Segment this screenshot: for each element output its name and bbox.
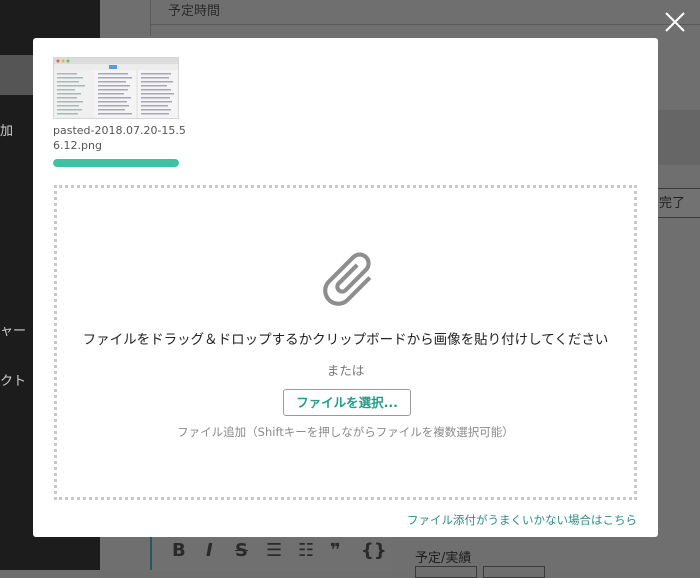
panel-block [655,110,700,165]
bullet-list-icon[interactable]: ☰ [266,540,282,561]
schedule-actual-label: 予定/実績 [415,551,472,566]
or-separator-text: または [326,363,365,378]
field-label-scheduled-time: 予定時間 [168,4,221,19]
upload-progress-bar [53,159,179,167]
paperclip-icon [323,252,372,306]
add-file-hint: ファイル追加（Shiftキーを押しながらファイルを複数選択可能） [177,425,514,439]
sidebar-item-label: 加 [0,124,14,139]
quote-icon[interactable]: ❞ [330,540,341,561]
attachment-thumbnail[interactable] [53,57,179,119]
upload-progress-fill [53,159,179,167]
tab[interactable] [415,566,477,578]
select-file-button[interactable]: ファイルを選択... [283,389,411,416]
screenshot-preview-image [54,58,178,118]
strikethrough-icon[interactable]: S [235,540,248,561]
close-icon [665,12,685,32]
file-drop-zone[interactable]: ファイルをドラッグ＆ドロップするかクリップボードから画像を貼り付けしてください … [54,185,637,500]
divider [150,24,700,25]
drop-instruction-text: ファイルをドラッグ＆ドロップするかクリップボードから画像を貼り付けしてください [82,332,609,348]
file-upload-modal: pasted-2018.07.20-15.56.12.png ファイルをドラッグ… [33,38,658,537]
code-icon[interactable]: {} [361,540,387,561]
bold-icon[interactable]: B [172,540,186,561]
attachment-help-link[interactable]: ファイル添付がうまくいかない場合はこちら [407,512,637,528]
italic-icon[interactable]: I [206,540,213,561]
tab[interactable] [483,566,545,578]
sidebar-item-label: クト [0,374,27,389]
sidebar-item-label: ャー [0,324,27,339]
divider [150,0,151,36]
attachment-file-name: pasted-2018.07.20-15.56.12.png [53,124,186,152]
close-button[interactable] [661,8,689,36]
numbered-list-icon[interactable]: ☷ [298,540,314,561]
